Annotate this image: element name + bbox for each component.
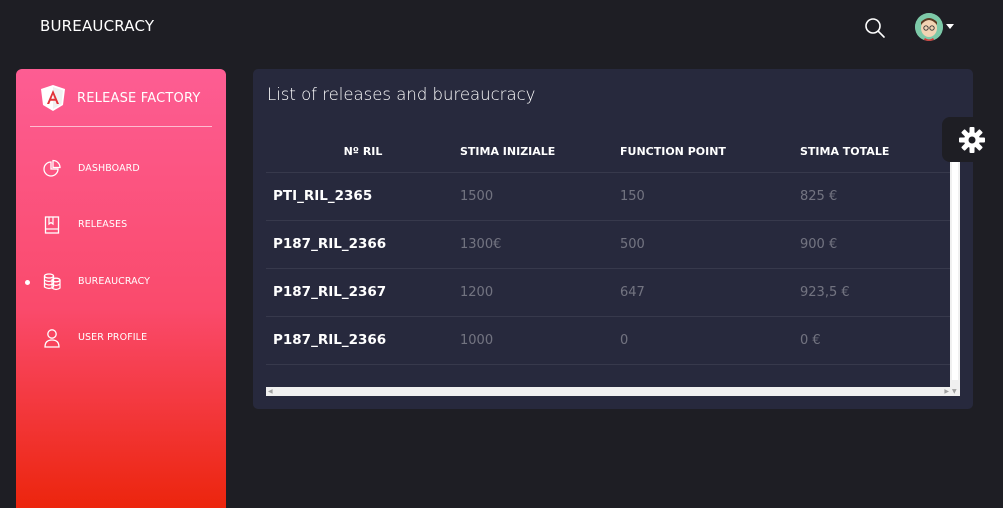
sidebar: RELEASE FACTORY DASHBOARD RELEASES BUREA…	[16, 69, 226, 508]
sidebar-item-label: RELEASES	[78, 219, 128, 230]
releases-card: List of releases and bureaucracy Nº RIL …	[253, 69, 973, 409]
settings-button[interactable]	[942, 117, 1003, 162]
cell-function-point: 647	[612, 268, 792, 317]
vertical-scrollbar-thumb[interactable]	[952, 132, 958, 380]
cell-stima-iniziale: 1300€	[452, 220, 612, 269]
sidebar-item-user-profile[interactable]: USER PROFILE	[16, 324, 226, 354]
gear-icon	[959, 127, 985, 153]
column-header-ril[interactable]: Nº RIL	[266, 132, 452, 173]
user-avatar-icon	[915, 13, 943, 41]
top-navbar: BUREAUCRACY	[0, 0, 1003, 56]
avatar[interactable]	[915, 13, 943, 41]
user-icon	[44, 329, 60, 348]
book-icon	[44, 216, 60, 234]
cell-ril: PTI_RIL_2365	[266, 172, 452, 221]
table-row[interactable]: P187_RIL_2366 1300€ 500 900 €	[266, 220, 950, 269]
card-title: List of releases and bureaucracy	[267, 85, 536, 104]
chevron-down-icon[interactable]	[946, 24, 954, 29]
cell-function-point: 0	[612, 316, 792, 365]
cell-stima-totale: 923,5 €	[792, 268, 950, 317]
cell-stima-iniziale: 1500	[452, 172, 612, 221]
active-indicator	[25, 280, 30, 285]
horizontal-scrollbar[interactable]: ◀ ▶	[266, 387, 951, 396]
logo-text[interactable]: RELEASE FACTORY	[77, 91, 201, 106]
sidebar-item-bureaucracy[interactable]: BUREAUCRACY	[16, 268, 226, 298]
table-row[interactable]: PTI_RIL_2365 1500 150 825 €	[266, 172, 950, 221]
cell-ril: P187_RIL_2366	[266, 220, 452, 269]
scroll-right-arrow-icon[interactable]: ▶	[944, 388, 949, 396]
pie-chart-icon	[43, 159, 61, 177]
sidebar-divider	[30, 126, 212, 127]
search-icon[interactable]	[864, 17, 886, 39]
cell-stima-totale: 825 €	[792, 172, 950, 221]
column-header-function-point[interactable]: FUNCTION POINT	[612, 132, 792, 173]
cell-ril: P187_RIL_2367	[266, 268, 452, 317]
table-header-row: Nº RIL STIMA INIZIALE FUNCTION POINT STI…	[266, 132, 950, 173]
table-row[interactable]: P187_RIL_2367 1200 647 923,5 €	[266, 268, 950, 317]
sidebar-item-dashboard[interactable]: DASHBOARD	[16, 155, 226, 185]
cell-function-point: 500	[612, 220, 792, 269]
column-header-stima-iniziale[interactable]: STIMA INIZIALE	[452, 132, 612, 173]
cell-function-point: 150	[612, 172, 792, 221]
scroll-left-arrow-icon[interactable]: ◀	[268, 388, 273, 396]
cell-stima-iniziale: 1200	[452, 268, 612, 317]
cell-stima-totale: 0 €	[792, 316, 950, 365]
cell-ril: P187_RIL_2366	[266, 316, 452, 365]
scroll-down-arrow-icon[interactable]: ▼	[952, 388, 957, 396]
cell-stima-totale: 900 €	[792, 220, 950, 269]
sidebar-item-label: DASHBOARD	[78, 163, 140, 174]
angular-logo-icon[interactable]	[40, 84, 66, 112]
coins-icon	[43, 273, 61, 291]
vertical-scrollbar[interactable]: ▲ ▼	[950, 132, 960, 396]
table-row[interactable]: P187_RIL_2366 1000 0 0 €	[266, 316, 950, 365]
releases-table-container[interactable]: Nº RIL STIMA INIZIALE FUNCTION POINT STI…	[266, 132, 963, 397]
cell-stima-iniziale: 1000	[452, 316, 612, 365]
sidebar-item-label: BUREAUCRACY	[78, 276, 151, 287]
app-title[interactable]: BUREAUCRACY	[40, 17, 154, 35]
releases-table: Nº RIL STIMA INIZIALE FUNCTION POINT STI…	[266, 132, 950, 365]
sidebar-item-label: USER PROFILE	[78, 332, 148, 343]
column-header-stima-totale[interactable]: STIMA TOTALE	[792, 132, 950, 173]
sidebar-item-releases[interactable]: RELEASES	[16, 211, 226, 241]
